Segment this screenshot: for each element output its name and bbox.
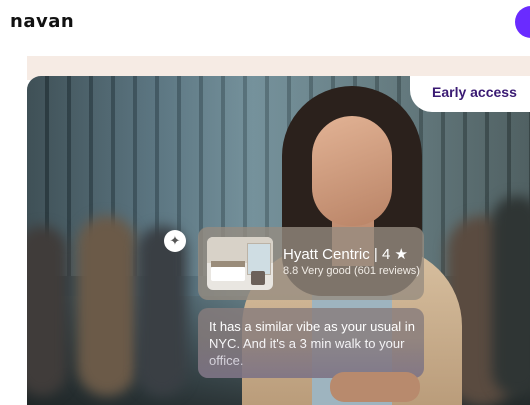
hotel-name: Hyatt Centric: [283, 246, 370, 263]
star-icon: ★: [394, 246, 408, 263]
title-separator: |: [373, 246, 378, 263]
blurred-person: [27, 226, 67, 396]
hotel-thumbnail: [207, 237, 273, 290]
blurred-person: [492, 196, 530, 396]
blurred-person: [137, 226, 187, 396]
early-access-label: Early access: [432, 84, 517, 100]
sparkle-icon[interactable]: ✦: [164, 230, 186, 252]
woman-face: [312, 116, 392, 226]
early-access-badge[interactable]: Early access: [410, 76, 530, 112]
blurred-person: [77, 216, 137, 396]
top-bar: navan: [0, 0, 530, 56]
profile-button[interactable]: [515, 6, 530, 38]
woman-hands: [330, 372, 420, 402]
review-summary: 8.8 Very good (601 reviews): [283, 265, 420, 277]
hotel-title: Hyatt Centric | 4 ★: [283, 245, 408, 263]
navan-logo[interactable]: navan: [10, 11, 74, 32]
hotel-card[interactable]: Hyatt Centric | 4 ★ 8.8 Very good (601 r…: [198, 227, 424, 300]
hotel-rating: 4: [381, 246, 391, 263]
assistant-message: It has a similar vibe as your usual in N…: [198, 308, 424, 378]
